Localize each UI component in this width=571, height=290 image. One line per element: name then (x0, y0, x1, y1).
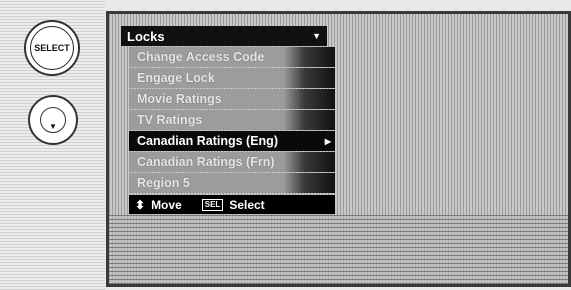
screen-background-pattern (109, 214, 568, 284)
move-arrows-icon: ⬍ (135, 197, 146, 212)
menu-item-engage-lock[interactable]: Engage Lock (129, 68, 335, 88)
arrow-down-icon: ▼ (49, 122, 57, 131)
menu-item-change-access-code[interactable]: Change Access Code (129, 47, 335, 67)
locks-menu: Locks ▼ Change Access Code Engage Lock M… (121, 26, 335, 214)
menu-title-bar: Locks ▼ (121, 26, 327, 46)
menu-item-label: TV Ratings (137, 113, 203, 127)
menu-item-canadian-ratings-eng[interactable]: Canadian Ratings (Eng) ▶ (129, 131, 335, 151)
menu-item-label: Change Access Code (137, 50, 265, 64)
menu-dropdown-indicator-icon: ▼ (312, 31, 321, 41)
menu-help-bar: ⬍ Move SEL Select (129, 195, 335, 214)
menu-item-label: Movie Ratings (137, 92, 222, 106)
select-hint: Select (229, 197, 265, 212)
menu-item-label: Region 5 (137, 176, 190, 190)
menu-item-movie-ratings[interactable]: Movie Ratings (129, 89, 335, 109)
menu-item-label: Engage Lock (137, 71, 215, 85)
menu-item-tv-ratings[interactable]: TV Ratings (129, 110, 335, 130)
move-hint: Move (151, 197, 182, 212)
navigation-pad[interactable]: ▼ (28, 95, 78, 145)
select-button[interactable]: SELECT (24, 20, 80, 76)
select-button-ring: SELECT (30, 26, 74, 70)
submenu-arrow-icon: ▶ (324, 136, 331, 146)
menu-item-label: Canadian Ratings (Frn) (137, 155, 275, 169)
sel-key-icon: SEL (201, 198, 224, 211)
select-button-label: SELECT (34, 43, 70, 53)
menu-item-canadian-ratings-frn[interactable]: Canadian Ratings (Frn) (129, 152, 335, 172)
tv-screen: Locks ▼ Change Access Code Engage Lock M… (106, 11, 571, 287)
menu-item-label: Canadian Ratings (Eng) (137, 134, 278, 148)
menu-item-region-5[interactable]: Region 5 (129, 173, 335, 193)
menu-title: Locks (127, 28, 165, 44)
